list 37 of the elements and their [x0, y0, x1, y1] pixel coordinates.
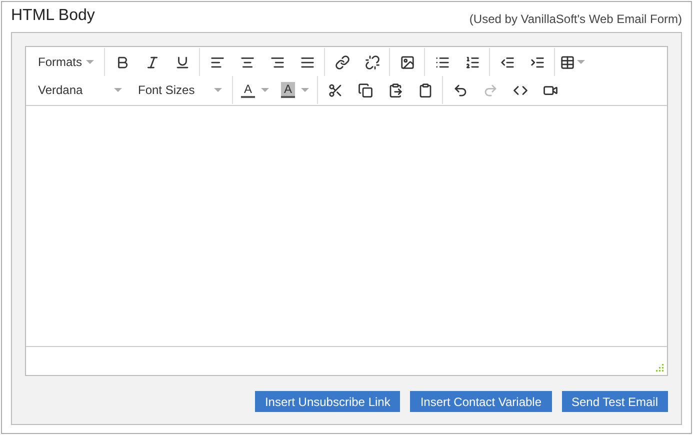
- caret-icon: [261, 88, 270, 92]
- panel-note: (Used by VanillaSoft's Web Email Form): [469, 11, 682, 28]
- table-icon: [560, 54, 574, 70]
- justify-icon: [300, 54, 314, 70]
- text-color-button[interactable]: A: [235, 77, 276, 103]
- outdent-icon: [500, 54, 514, 70]
- align-left-icon: [210, 54, 224, 70]
- caret-icon: [214, 88, 222, 92]
- image-icon: [400, 54, 414, 70]
- caret-icon: [114, 88, 122, 92]
- indent-icon: [530, 54, 544, 70]
- link-icon: [334, 54, 350, 70]
- copy-icon: [358, 82, 373, 98]
- action-button[interactable]: Send Test Email: [562, 391, 668, 412]
- dropdown-button[interactable]: Formats: [30, 49, 102, 75]
- align-right-icon: [270, 54, 284, 70]
- caret-icon: [86, 60, 94, 64]
- dropdown-button[interactable]: Font Sizes: [130, 77, 230, 103]
- numbered-list-icon: [464, 54, 480, 70]
- unlink-icon: [364, 54, 380, 70]
- bullet-list-icon: [434, 54, 450, 70]
- caret-icon: [301, 88, 310, 92]
- dropdown-button[interactable]: Verdana: [30, 77, 130, 103]
- action-button[interactable]: Insert Unsubscribe Link: [254, 391, 400, 412]
- underline-icon: [174, 54, 190, 70]
- undo-icon: [452, 82, 468, 98]
- resize-grip-icon: [656, 364, 664, 372]
- align-center-icon: [240, 54, 254, 70]
- background-color-button[interactable]: A: [275, 77, 316, 103]
- italic-icon: [144, 54, 160, 70]
- caret-icon: [576, 60, 584, 64]
- paste-icon: [388, 82, 403, 98]
- clipboard-icon: [418, 82, 433, 98]
- action-button[interactable]: Insert Contact Variable: [410, 391, 552, 412]
- redo-icon: [482, 82, 498, 98]
- panel-title: HTML Body: [11, 6, 95, 26]
- scissors-icon: [328, 82, 343, 98]
